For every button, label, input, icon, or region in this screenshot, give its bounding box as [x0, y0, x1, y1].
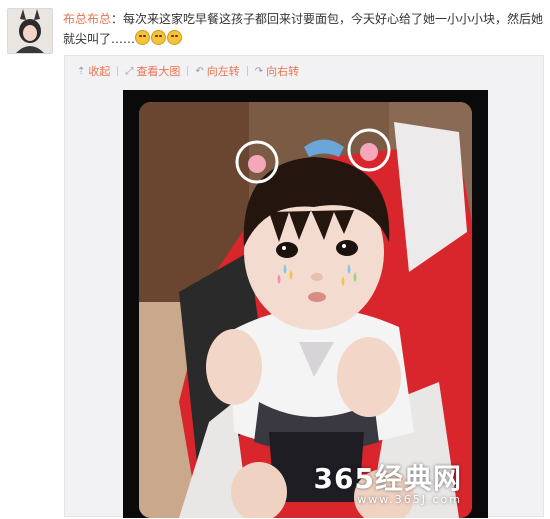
- watermark-url: www.365J.com: [357, 493, 462, 506]
- post-photo[interactable]: 365经典网 www.365J.com: [139, 102, 472, 518]
- post-content: 布总布总：每次来这家吃早餐这孩子都回来讨要面包，今天好心给了她一小小小块，然后她…: [63, 9, 545, 49]
- collapse-button[interactable]: ⇡ 收起: [77, 63, 110, 79]
- rotate-right-label: 向右转: [266, 65, 300, 78]
- author-separator: ：: [111, 12, 124, 26]
- media-expand-panel: ⇡ 收起 ⤢ 查看大图 ↶ 向左转 ↷ 向右转 365经典网 www.365J.…: [64, 55, 544, 518]
- rotate-right-icon: ↷: [254, 65, 264, 77]
- view-large-label: 查看大图: [136, 65, 181, 78]
- toolbar-divider: [117, 66, 119, 76]
- emoji-group: [135, 30, 183, 46]
- rotate-left-icon: ↶: [195, 65, 204, 77]
- author-link[interactable]: 布总布总: [63, 12, 111, 26]
- laugh-cry-emoji-icon: [167, 30, 183, 45]
- toolbar-divider: [187, 66, 189, 76]
- toolbar-divider: [246, 66, 248, 76]
- photo-frame: 365经典网 www.365J.com: [123, 90, 488, 518]
- photo-image: [139, 102, 472, 518]
- arrow-up-icon: ⇡: [77, 65, 86, 77]
- laugh-cry-emoji-icon: [135, 30, 151, 45]
- rotate-right-button[interactable]: ↷ 向右转: [255, 63, 299, 79]
- avatar-image: [8, 9, 52, 53]
- collapse-label: 收起: [88, 65, 111, 78]
- view-large-button[interactable]: ⤢ 查看大图: [125, 63, 180, 79]
- magnify-icon: ⤢: [125, 65, 134, 77]
- rotate-left-button[interactable]: ↶ 向左转: [195, 63, 239, 79]
- watermark-title: 365经典网: [313, 462, 462, 495]
- laugh-cry-emoji-icon: [151, 30, 167, 45]
- rotate-left-label: 向左转: [206, 65, 240, 78]
- watermark: 365经典网 www.365J.com: [314, 464, 462, 506]
- media-toolbar: ⇡ 收起 ⤢ 查看大图 ↶ 向左转 ↷ 向右转: [77, 62, 299, 80]
- avatar[interactable]: [7, 8, 53, 54]
